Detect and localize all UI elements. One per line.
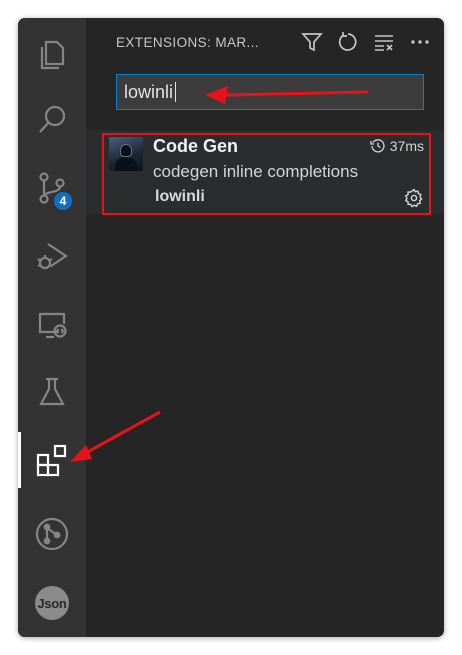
git-graph-icon (35, 517, 69, 551)
filter-button[interactable] (300, 30, 324, 54)
extension-name: Code Gen (153, 136, 239, 156)
search-value: lowinli (124, 81, 174, 102)
active-indicator (18, 432, 21, 488)
activity-json[interactable]: Json (18, 569, 86, 637)
testing-icon (39, 377, 65, 406)
extension-logo (109, 137, 143, 171)
refresh-button[interactable] (336, 30, 360, 54)
more-actions-button[interactable] (408, 30, 432, 54)
activity-run-debug[interactable] (18, 222, 86, 290)
activity-search[interactable] (18, 86, 86, 154)
activation-time-value: 37ms (389, 138, 424, 154)
vscode-window: 4 Json EXTENSIONS: MAR... lowinli Code G… (18, 18, 444, 637)
extension-search-input[interactable]: lowinli (116, 74, 424, 110)
activity-explorer[interactable] (18, 18, 86, 86)
activity-testing[interactable] (18, 358, 86, 426)
text-caret (175, 82, 177, 102)
activity-remote-explorer[interactable] (18, 290, 86, 358)
explorer-icon (40, 40, 65, 70)
json-icon: Json (35, 586, 69, 620)
extensions-sidebar: EXTENSIONS: MAR... lowinli Code Gen 37ms… (86, 18, 444, 637)
activation-time: 37ms (370, 138, 424, 154)
activity-source-control[interactable]: 4 (18, 154, 86, 222)
remote-explorer-icon (38, 312, 67, 339)
more-icon (411, 40, 429, 44)
gear-icon[interactable] (404, 188, 424, 208)
refresh-icon (338, 32, 357, 51)
history-icon (370, 139, 385, 153)
header-actions (300, 30, 432, 54)
filter-icon (301, 33, 323, 52)
search-icon (39, 105, 66, 133)
source-control-badge: 4 (52, 190, 74, 212)
activity-bar: 4 Json (18, 18, 86, 637)
extension-description: codegen inline completions (153, 162, 359, 181)
run-debug-icon (37, 243, 68, 270)
clear-results-button[interactable] (372, 30, 396, 54)
activity-extensions[interactable] (18, 426, 86, 494)
activity-git-graph[interactable] (18, 500, 86, 568)
sidebar-header: EXTENSIONS: MAR... (86, 18, 444, 66)
clear-icon (375, 35, 393, 51)
extensions-icon (36, 444, 67, 477)
extension-list-item[interactable]: Code Gen 37ms codegen inline completions… (86, 130, 444, 214)
sidebar-title: EXTENSIONS: MAR... (116, 34, 259, 50)
extension-publisher[interactable]: lowinli (155, 188, 205, 206)
